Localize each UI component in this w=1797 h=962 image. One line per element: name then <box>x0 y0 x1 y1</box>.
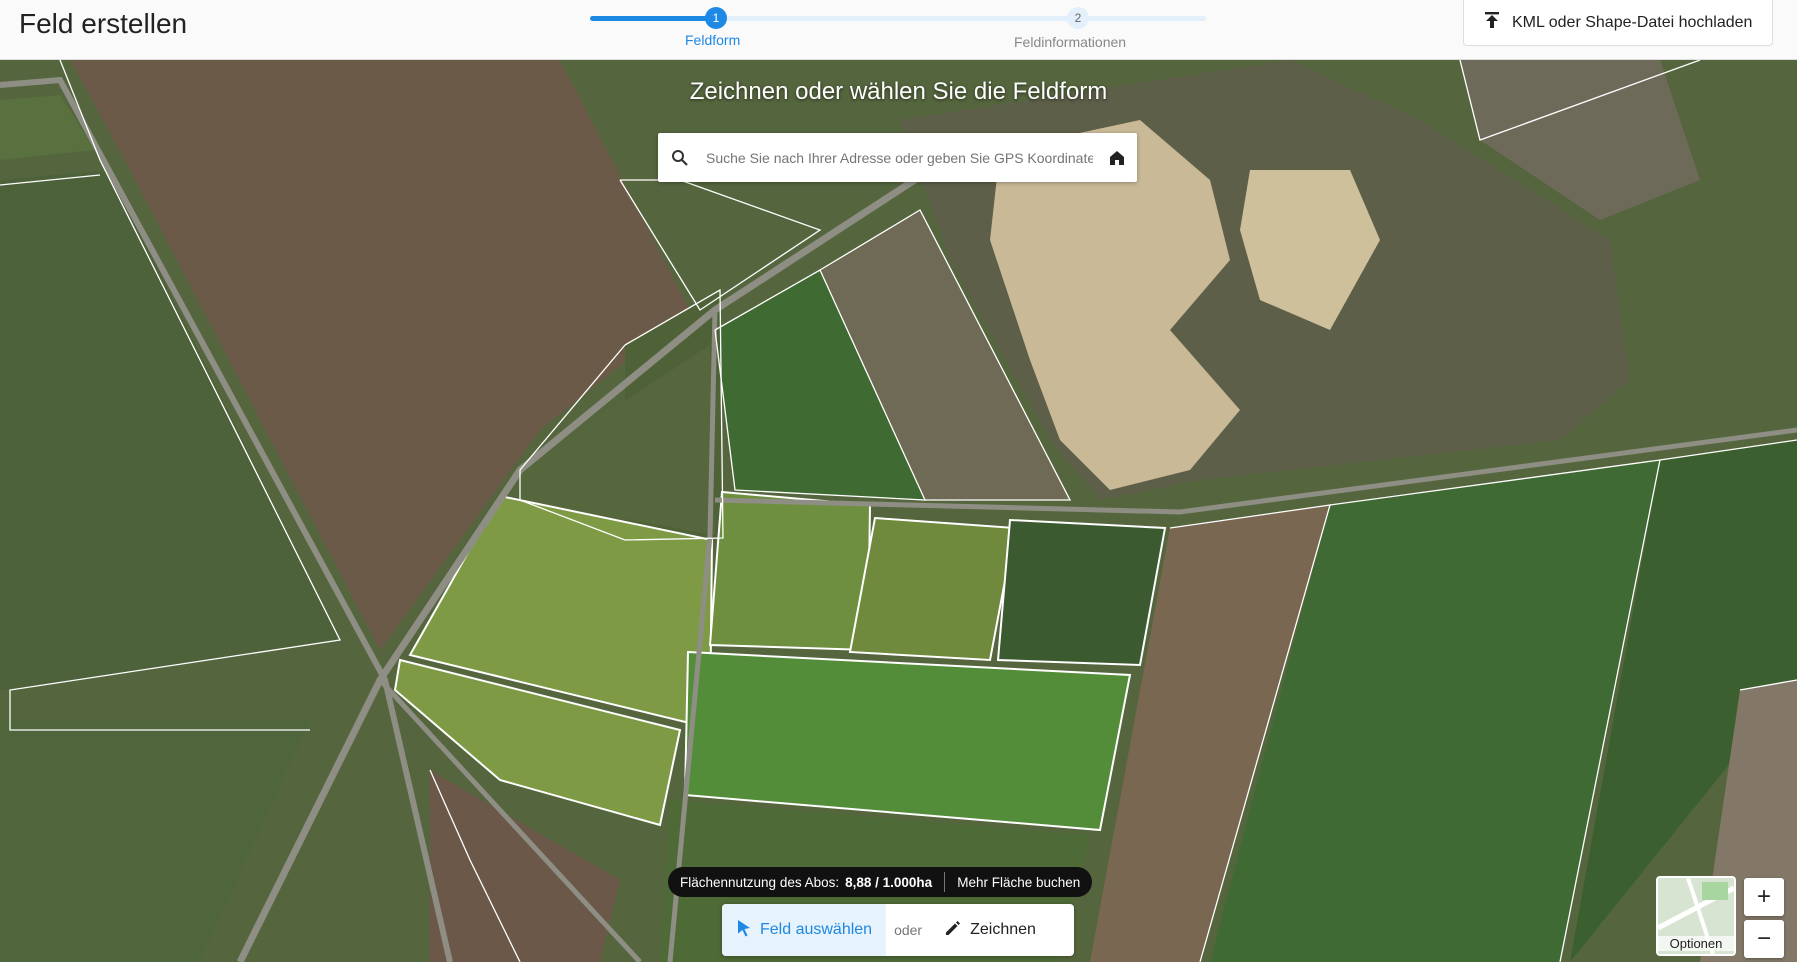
usage-label: Flächennutzung des Abos: <box>680 874 840 890</box>
draw-button[interactable]: Zeichnen <box>930 904 1050 956</box>
zoom-controls: + − <box>1744 878 1788 962</box>
mode-or-label: oder <box>894 922 923 938</box>
search-input[interactable] <box>702 149 1097 166</box>
step-2-label[interactable]: Feldinformationen <box>1014 34 1126 50</box>
usage-bar: Flächennutzung des Abos: 8,88 / 1.000ha … <box>668 867 1093 897</box>
page-title: Feld erstellen <box>19 8 188 39</box>
buy-more-area-link[interactable]: Mehr Fläche buchen <box>957 875 1080 890</box>
upload-icon <box>1484 11 1500 34</box>
step-1-label[interactable]: Feldform <box>685 32 740 48</box>
step-1-indicator[interactable]: 1 <box>705 7 727 29</box>
address-search[interactable] <box>658 133 1137 182</box>
zoom-in-button[interactable]: + <box>1744 878 1784 916</box>
map-view[interactable] <box>0 60 1797 962</box>
stepper-progress-done <box>590 16 716 21</box>
select-field-button[interactable]: Feld auswählen <box>722 904 887 956</box>
upload-label: KML oder Shape-Datei hochladen <box>1512 13 1753 31</box>
stepper-progress-remaining <box>716 16 1206 21</box>
pencil-icon <box>944 919 962 942</box>
zoom-out-button[interactable]: − <box>1744 920 1784 958</box>
usage-value: 8,88 / 1.000ha <box>845 874 933 890</box>
map-options-button[interactable]: Optionen <box>1656 876 1736 956</box>
home-icon[interactable] <box>1097 149 1137 167</box>
stepper: 1 2 Feldform Feldinformationen <box>590 0 1206 59</box>
map-heading: Zeichnen oder wählen Sie die Feldform <box>689 78 1108 105</box>
step-2-indicator[interactable]: 2 <box>1067 7 1089 29</box>
select-field-label: Feld auswählen <box>760 921 873 938</box>
mode-toolbar: Feld auswählen oder Zeichnen <box>722 904 1074 956</box>
draw-label: Zeichnen <box>970 921 1036 938</box>
top-bar: Feld erstellen 1 2 Feldform Feldinformat… <box>0 0 1797 60</box>
cursor-icon <box>736 919 752 942</box>
search-icon <box>658 149 702 167</box>
satellite-imagery <box>0 60 1797 962</box>
usage-separator <box>944 872 946 892</box>
upload-kml-button[interactable]: KML oder Shape-Datei hochladen <box>1463 0 1773 46</box>
options-label: Optionen <box>1658 936 1734 951</box>
